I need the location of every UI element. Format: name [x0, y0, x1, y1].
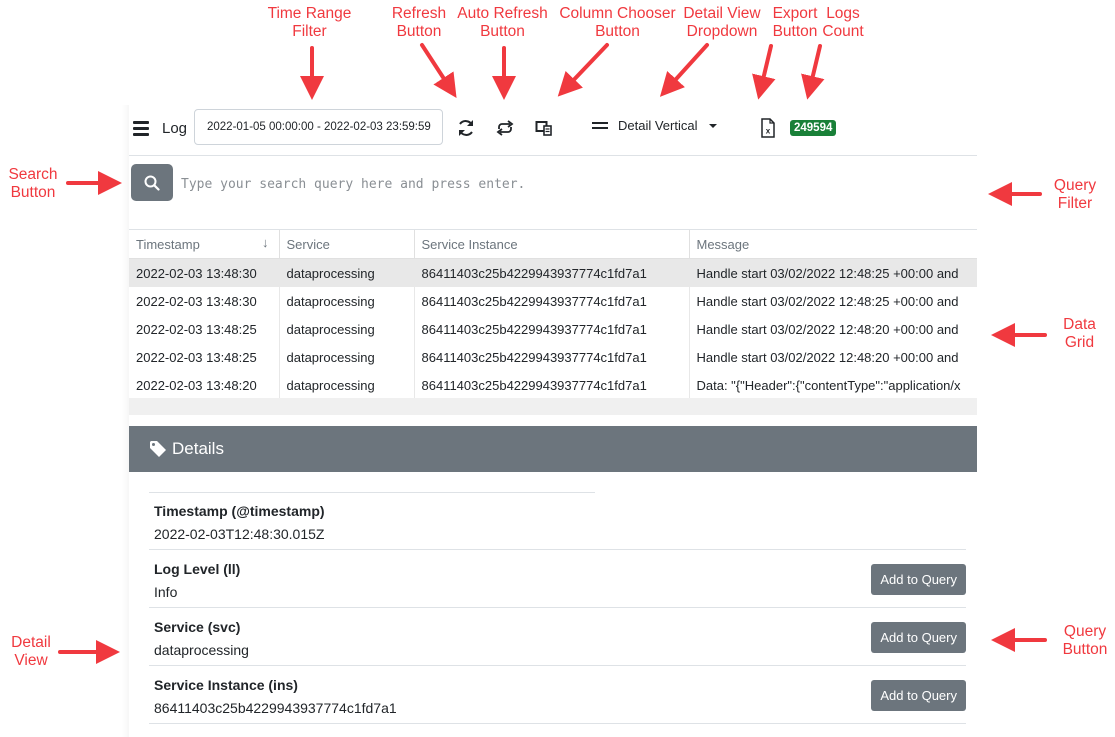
detail-value: Info: [154, 584, 178, 600]
add-to-query-button[interactable]: Add to Query: [871, 680, 966, 711]
detail-view-value: Detail Vertical: [618, 118, 698, 133]
sort-descending-icon: ↓: [262, 235, 269, 250]
search-button[interactable]: [131, 164, 173, 201]
equals-icon: [592, 119, 608, 132]
cell-message: Handle start 03/02/2022 12:48:20 +00:00 …: [689, 343, 977, 371]
search-query-input[interactable]: [179, 168, 963, 200]
refresh-button[interactable]: [454, 116, 478, 140]
annotation-time-range: Time Range Filter: [267, 5, 352, 40]
annotation-detail-view-dropdown: Detail View Dropdown: [683, 5, 761, 40]
svg-text:x: x: [766, 127, 771, 136]
detail-value: 86411403c25b4229943937774c1fd7a1: [154, 700, 397, 716]
cell-service: dataprocessing: [279, 371, 415, 398]
cell-instance: 86411403c25b4229943937774c1fd7a1: [414, 315, 690, 343]
toolbar: Log 2022-01-05 00:00:00 - 2022-02-03 23:…: [129, 105, 977, 156]
annotation-logs-count: Logs Count: [822, 5, 864, 40]
annotation-column-chooser: Column Chooser Button: [559, 5, 676, 40]
column-header-message[interactable]: Message: [689, 230, 977, 259]
annotation-data-grid: Data Grid: [1063, 316, 1096, 351]
detail-field-log-level: Log Level (ll) Info Add to Query: [149, 550, 966, 608]
tag-icon: [150, 441, 166, 457]
annotation-detail-view: Detail View: [11, 634, 51, 669]
grid-horizontal-scrollbar[interactable]: [129, 398, 977, 415]
add-to-query-button[interactable]: Add to Query: [871, 564, 966, 595]
repeat-icon: [496, 120, 514, 136]
table-row[interactable]: 2022-02-03 13:48:20 dataprocessing 86411…: [129, 371, 977, 398]
cell-message: Handle start 03/02/2022 12:48:25 +00:00 …: [689, 287, 977, 315]
log-viewer-app: Log 2022-01-05 00:00:00 - 2022-02-03 23:…: [129, 105, 977, 737]
details-header: Details: [129, 426, 977, 472]
column-header-service-instance[interactable]: Service Instance: [414, 230, 690, 259]
cell-timestamp: 2022-02-03 13:48:20: [129, 371, 280, 398]
arrow-logs-count: [801, 44, 825, 100]
cell-timestamp: 2022-02-03 13:48:25: [129, 315, 280, 343]
cell-service: dataprocessing: [279, 315, 415, 343]
column-header-service[interactable]: Service: [279, 230, 415, 259]
details-title: Details: [172, 439, 224, 458]
detail-field-timestamp: Timestamp (@timestamp) 2022-02-03T12:48:…: [149, 492, 966, 550]
detail-label: Service (svc): [154, 619, 241, 635]
add-to-query-button[interactable]: Add to Query: [871, 622, 966, 653]
column-header-timestamp[interactable]: Timestamp ↓: [129, 230, 280, 259]
arrow-export: [752, 44, 776, 100]
time-range-filter[interactable]: 2022-01-05 00:00:00 - 2022-02-03 23:59:5…: [194, 109, 443, 145]
columns-icon: [535, 121, 552, 136]
annotation-query-button: Query Button: [1062, 623, 1108, 658]
cell-service: dataprocessing: [279, 258, 415, 287]
export-button[interactable]: x: [756, 116, 780, 140]
cell-instance: 86411403c25b4229943937774c1fd7a1: [414, 371, 690, 398]
detail-view: Timestamp (@timestamp) 2022-02-03T12:48:…: [149, 492, 966, 724]
detail-field-service-instance: Service Instance (ins) 86411403c25b42299…: [149, 666, 966, 724]
cell-service: dataprocessing: [279, 343, 415, 371]
detail-label: Log Level (ll): [154, 561, 241, 577]
detail-label: Timestamp (@timestamp): [154, 503, 325, 519]
cell-message: Data: "{"Header":{"contentType":"applica…: [689, 371, 977, 398]
detail-field-service: Service (svc) dataprocessing Add to Quer…: [149, 608, 966, 666]
cell-instance: 86411403c25b4229943937774c1fd7a1: [414, 343, 690, 371]
cell-timestamp: 2022-02-03 13:48:25: [129, 343, 280, 371]
caret-down-icon: [709, 123, 718, 128]
cell-instance: 86411403c25b4229943937774c1fd7a1: [414, 258, 690, 287]
page-title: Log: [162, 120, 188, 137]
table-row[interactable]: 2022-02-03 13:48:30 dataprocessing 86411…: [129, 258, 977, 287]
cell-instance: 86411403c25b4229943937774c1fd7a1: [414, 287, 690, 315]
search-icon: [144, 175, 160, 191]
auto-refresh-button[interactable]: [493, 116, 517, 140]
excel-file-icon: x: [761, 118, 775, 138]
detail-view-dropdown[interactable]: Detail Vertical: [592, 118, 718, 133]
arrow-column-chooser: [557, 43, 609, 97]
annotation-search-button: Search Button: [8, 166, 58, 201]
refresh-icon: [459, 120, 473, 136]
table-row[interactable]: 2022-02-03 13:48:25 dataprocessing 86411…: [129, 315, 977, 343]
cell-service: dataprocessing: [279, 287, 415, 315]
cell-timestamp: 2022-02-03 13:48:30: [129, 287, 280, 315]
detail-label: Service Instance (ins): [154, 677, 298, 693]
column-chooser-button[interactable]: [532, 116, 556, 140]
detail-value: dataprocessing: [154, 642, 249, 658]
table-row[interactable]: 2022-02-03 13:48:30 dataprocessing 86411…: [129, 287, 977, 315]
grid-header-row: Timestamp ↓ Service Service Instance Mess…: [129, 230, 977, 259]
arrow-refresh: [420, 43, 457, 99]
detail-value: 2022-02-03T12:48:30.015Z: [154, 526, 325, 542]
cell-timestamp: 2022-02-03 13:48:30: [129, 258, 280, 287]
data-grid: Timestamp ↓ Service Service Instance Mess…: [129, 230, 977, 398]
cell-message: Handle start 03/02/2022 12:48:20 +00:00 …: [689, 315, 977, 343]
table-row[interactable]: 2022-02-03 13:48:25 dataprocessing 86411…: [129, 343, 977, 371]
logs-count-badge: 249594: [790, 120, 837, 136]
column-label: Timestamp: [136, 236, 200, 252]
annotation-refresh: Refresh Button: [391, 5, 447, 40]
hamburger-icon[interactable]: [133, 121, 149, 136]
query-filter-bar: [129, 156, 977, 230]
cell-message: Handle start 03/02/2022 12:48:25 +00:00 …: [689, 258, 977, 287]
annotation-auto-refresh: Auto Refresh Button: [457, 5, 548, 40]
annotation-export: Export Button: [772, 5, 818, 40]
annotation-query-filter: Query Filter: [1053, 177, 1097, 212]
arrow-detail-view: [659, 43, 709, 97]
